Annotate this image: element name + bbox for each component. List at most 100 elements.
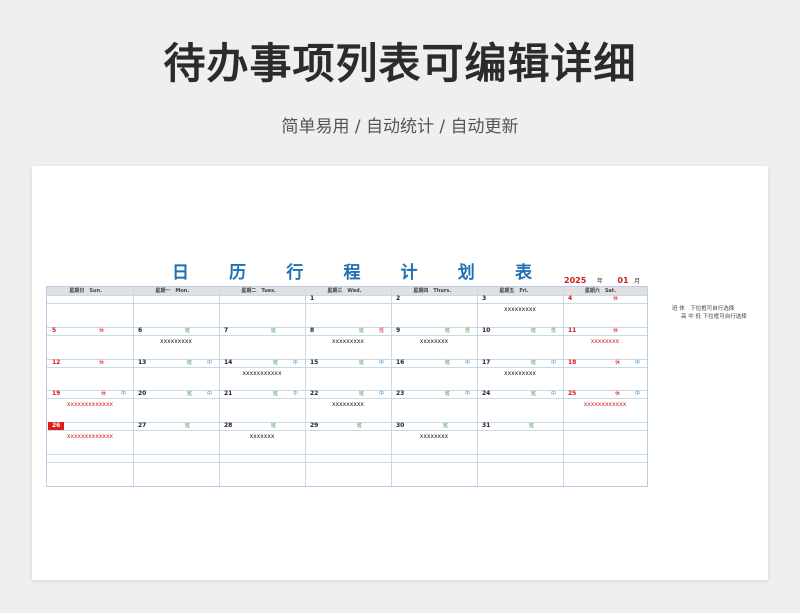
priority-dropdown[interactable]: 中 [465, 359, 470, 367]
priority-dropdown[interactable]: 中 [465, 390, 470, 398]
todo-item[interactable]: xxxxxxxx [391, 338, 477, 346]
workday-status-dropdown[interactable]: 班 [531, 359, 536, 367]
day-cell[interactable] [563, 422, 647, 430]
workday-status-dropdown[interactable]: 休 [99, 327, 104, 335]
day-cell[interactable]: 30 班 [391, 422, 477, 430]
priority-dropdown[interactable]: 中 [293, 390, 298, 398]
day-cell[interactable] [563, 454, 647, 462]
workday-status-dropdown[interactable]: 班 [187, 390, 192, 398]
priority-dropdown[interactable]: 中 [207, 359, 212, 367]
workday-status-dropdown[interactable]: 休 [99, 359, 104, 367]
workday-status-dropdown[interactable]: 班 [273, 359, 278, 367]
workday-status-dropdown[interactable]: 班 [185, 422, 190, 430]
day-cell[interactable]: 23 班 中 [391, 390, 477, 398]
todo-item[interactable]: xxxxxxxxxxxx [563, 401, 647, 409]
workday-status-dropdown[interactable]: 休 [101, 390, 106, 398]
day-cell[interactable] [133, 454, 219, 462]
month-value[interactable]: 01 [617, 276, 628, 285]
year-value[interactable]: 2025 [564, 276, 586, 285]
day-cell[interactable]: 10 班 低 [477, 327, 563, 335]
workday-status-dropdown[interactable]: 班 [531, 327, 536, 335]
day-cell[interactable] [477, 454, 563, 462]
day-cell[interactable]: 4休 [563, 295, 647, 303]
workday-status-dropdown[interactable]: 班 [185, 327, 190, 335]
workday-status-dropdown[interactable]: 休 [615, 359, 620, 367]
day-cell[interactable] [391, 454, 477, 462]
day-cell[interactable]: 20 班 中 [133, 390, 219, 398]
day-cell[interactable] [47, 454, 133, 462]
todo-item[interactable]: xxxxxxxxxxxxx [47, 433, 133, 441]
day-cell[interactable]: 14 班 中 [219, 359, 305, 367]
day-cell[interactable]: 15 班 中 [305, 359, 391, 367]
workday-status-dropdown[interactable]: 班 [357, 422, 362, 430]
todo-item[interactable]: xxxxxxx [219, 433, 305, 441]
day-cell[interactable]: 31 班 [477, 422, 563, 430]
priority-dropdown[interactable]: 中 [551, 390, 556, 398]
todo-item[interactable]: xxxxxxxxx [477, 306, 563, 314]
day-cell[interactable]: 21 班 中 [219, 390, 305, 398]
workday-status-dropdown[interactable]: 班 [359, 390, 364, 398]
priority-dropdown[interactable]: 低 [379, 327, 384, 335]
workday-status-dropdown[interactable]: 班 [271, 327, 276, 335]
day-cell[interactable]: 11 休 [563, 327, 647, 335]
workday-status-dropdown[interactable]: 班 [187, 359, 192, 367]
workday-status-dropdown[interactable]: 休 [613, 327, 618, 335]
todo-item[interactable]: xxxxxxxx [563, 338, 647, 346]
day-cell[interactable]: 22 班 中 [305, 390, 391, 398]
workday-status-dropdown[interactable]: 班 [445, 327, 450, 335]
day-cell[interactable]: 5休 [47, 327, 133, 335]
workday-status-dropdown[interactable]: 班 [273, 390, 278, 398]
day-cell[interactable]: 24 班 中 [477, 390, 563, 398]
todo-item[interactable]: xxxxxxxxx [477, 370, 563, 378]
day-cell[interactable]: 29 班 [305, 422, 391, 430]
day-cell[interactable]: 7班 [219, 327, 305, 335]
priority-dropdown[interactable]: 中 [121, 390, 126, 398]
workday-status-dropdown[interactable]: 班 [531, 390, 536, 398]
workday-status-dropdown[interactable]: 班 [445, 359, 450, 367]
workday-status-dropdown[interactable]: 班 [443, 422, 448, 430]
day-cell[interactable]: 25 休 中 [563, 390, 647, 398]
priority-dropdown[interactable]: 中 [635, 390, 640, 398]
todo-item[interactable]: xxxxxxxxxxxxx [47, 401, 133, 409]
day-cell[interactable]: 12 休 [47, 359, 133, 367]
day-cell[interactable]: 27 班 [133, 422, 219, 430]
day-cell[interactable]: 9 班 低 [391, 327, 477, 335]
workday-status-dropdown[interactable]: 班 [445, 390, 450, 398]
workday-status-dropdown[interactable]: 班 [529, 422, 534, 430]
day-cell[interactable]: 17 班 中 [477, 359, 563, 367]
day-cell[interactable] [219, 454, 305, 462]
priority-dropdown[interactable]: 中 [379, 359, 384, 367]
day-cell[interactable] [305, 454, 391, 462]
day-cell[interactable]: 28 班 [219, 422, 305, 430]
workday-status-dropdown[interactable]: 休 [613, 295, 618, 303]
priority-dropdown[interactable]: 中 [551, 359, 556, 367]
day-cell[interactable] [133, 295, 219, 303]
day-cell[interactable]: 8 班 低 [305, 327, 391, 335]
workday-status-dropdown[interactable]: 班 [271, 422, 276, 430]
priority-dropdown[interactable]: 中 [293, 359, 298, 367]
day-cell[interactable]: 16 班 中 [391, 359, 477, 367]
day-cell[interactable] [47, 295, 133, 303]
day-cell[interactable]: 3 [477, 295, 563, 303]
workday-status-dropdown[interactable]: 班 [359, 327, 364, 335]
day-cell[interactable]: 19 休 中 [47, 390, 133, 398]
day-cell[interactable]: 6班 [133, 327, 219, 335]
todo-item[interactable]: xxxxxxxxx [305, 338, 391, 346]
priority-dropdown[interactable]: 中 [379, 390, 384, 398]
day-cell[interactable]: 1 [305, 295, 391, 303]
priority-dropdown[interactable]: 低 [551, 327, 556, 335]
day-cell[interactable]: 18 休 中 [563, 359, 647, 367]
day-cell[interactable]: 2 [391, 295, 477, 303]
day-cell[interactable]: 13 班 中 [133, 359, 219, 367]
todo-item[interactable]: xxxxxxxx [391, 433, 477, 441]
priority-dropdown[interactable]: 低 [465, 327, 470, 335]
todo-item[interactable]: xxxxxxxxx [305, 401, 391, 409]
todo-item[interactable]: xxxxxxxxx [133, 338, 219, 346]
workday-status-dropdown[interactable]: 休 [615, 390, 620, 398]
todo-item[interactable]: xxxxxxxxxxx [219, 370, 305, 378]
day-cell[interactable]: 26 [47, 422, 133, 431]
priority-dropdown[interactable]: 中 [635, 359, 640, 367]
priority-dropdown[interactable]: 中 [207, 390, 212, 398]
day-cell[interactable] [219, 295, 305, 303]
workday-status-dropdown[interactable]: 班 [359, 359, 364, 367]
